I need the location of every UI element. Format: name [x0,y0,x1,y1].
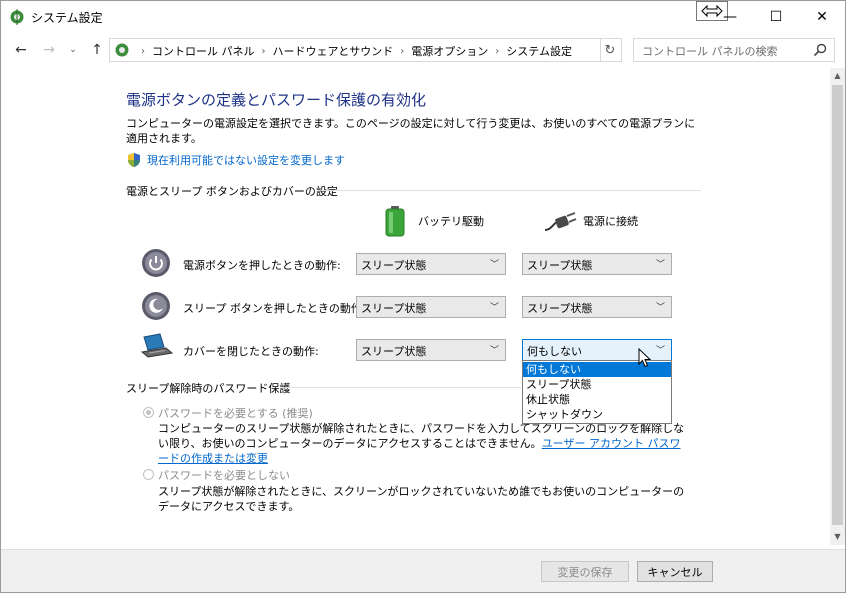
require-password-description: コンピューターのスリープ状態が解除されたときに、パスワードを入力してスクリーンの… [158,421,688,466]
cancel-button[interactable]: キャンセル [637,561,713,582]
lid-close-battery-select[interactable]: スリープ状態 ﹀ [356,339,506,361]
maximize-button[interactable]: ☐ [753,1,799,32]
change-settings-row: 現在利用可能ではない設定を変更します [126,152,345,168]
window-title: システム設定 [31,11,103,25]
up-button[interactable]: ↑ [87,40,107,60]
option-sleep[interactable]: スリープ状態 [523,377,671,392]
back-button[interactable]: ← [11,40,31,60]
power-plug-icon [544,212,577,231]
section-divider [281,387,521,388]
sleep-button-label: スリープ ボタンを押したときの動作: [183,302,366,315]
page-description: コンピューターの電源設定を選択できます。このページの設定に対して行う変更は、お使… [126,117,696,145]
power-options-app-icon [10,9,24,25]
breadcrumb-separator[interactable]: › [262,46,266,57]
sleep-button-icon [142,292,170,320]
chevron-down-icon: ﹀ [489,346,499,356]
option-shutdown[interactable]: シャットダウン [523,407,671,422]
mouse-pointer-icon [638,348,652,368]
recent-locations-button[interactable]: ⌄ [63,40,83,60]
lid-close-label: カバーを閉じたときの動作: [183,345,319,358]
scrollbar-thumb[interactable] [832,85,843,525]
search-input[interactable]: コントロール パネルの検索 [633,38,835,62]
chevron-down-icon: ﹀ [489,260,499,270]
power-button-icon [142,249,170,277]
navigation-bar: ← → ⌄ ↑ › コントロール パネル › ハードウェアとサウンド › 電源オ… [1,32,845,68]
power-button-plugged-select[interactable]: スリープ状態 ﹀ [522,253,672,275]
search-placeholder: コントロール パネルの検索 [642,45,778,58]
breadcrumb-power-options[interactable]: 電源オプション [411,43,488,59]
no-password-description: スリープ状態が解除されたときに、スクリーンがロックされていないため誰でもお使いの… [158,485,685,513]
change-unavailable-settings-link[interactable]: 現在利用可能ではない設定を変更します [147,152,345,168]
breadcrumb-system-settings[interactable]: システム設定 [506,43,572,59]
battery-icon [385,206,405,237]
require-password-label[interactable]: パスワードを必要とする (推奨) [158,405,313,421]
section-title-password: スリープ解除時のパスワード保護 [126,382,291,395]
laptop-lid-icon [140,333,174,358]
page-title: 電源ボタンの定義とパスワード保護の有効化 [126,91,427,109]
chevron-down-icon: ﹀ [655,260,665,270]
column-header-plugged-in: 電源に接続 [583,215,638,228]
section-divider [321,190,701,191]
vertical-scrollbar[interactable]: ▲ ▼ [830,68,845,545]
require-password-radio[interactable] [143,407,154,418]
breadcrumb: › コントロール パネル › ハードウェアとサウンド › 電源オプション › シ… [134,43,572,59]
lid-close-plugged-options: 何もしない スリープ状態 休止状態 シャットダウン [522,360,672,424]
breadcrumb-separator[interactable]: › [400,46,404,57]
sleep-button-battery-select[interactable]: スリープ状態 ﹀ [356,296,506,318]
search-icon[interactable] [812,42,828,58]
power-button-label: 電源ボタンを押したときの動作: [183,259,341,272]
address-bar[interactable]: › コントロール パネル › ハードウェアとサウンド › 電源オプション › シ… [109,38,698,62]
breadcrumb-control-panel[interactable]: コントロール パネル [152,43,255,59]
title-bar: システム設定 — ☐ ✕ [1,1,845,32]
refresh-button[interactable]: ↻ [599,38,622,62]
control-panel-window: システム設定 — ☐ ✕ ← → ⌄ ↑ › コントロール パネル › ハードウ… [0,0,846,593]
sleep-button-plugged-select[interactable]: スリープ状態 ﹀ [522,296,672,318]
section-title-buttons: 電源とスリープ ボタンおよびカバーの設定 [126,185,338,198]
chevron-down-icon: ﹀ [489,303,499,313]
breadcrumb-hardware-and-sound[interactable]: ハードウェアとサウンド [273,43,394,59]
breadcrumb-separator: › [141,45,145,57]
select-value: スリープ状態 [361,259,427,272]
no-password-label[interactable]: パスワードを必要としない [158,467,290,483]
chevron-down-icon: ﹀ [655,303,665,313]
footer-bar: 変更の保存 キャンセル [1,549,845,592]
no-password-radio[interactable] [143,469,154,480]
select-value: 何もしない [527,345,582,358]
select-value: スリープ状態 [361,302,427,315]
select-value: スリープ状態 [361,345,427,358]
close-button[interactable]: ✕ [799,1,845,32]
control-panel-icon [115,43,129,57]
option-hibernate[interactable]: 休止状態 [523,392,671,407]
uac-shield-icon [128,153,140,167]
power-button-battery-select[interactable]: スリープ状態 ﹀ [356,253,506,275]
select-value: スリープ状態 [527,259,593,272]
chevron-down-icon: ﹀ [655,346,665,356]
scroll-up-button[interactable]: ▲ [830,68,845,83]
minimize-button[interactable]: — [707,1,753,32]
breadcrumb-separator[interactable]: › [495,46,499,57]
scroll-down-button[interactable]: ▼ [830,529,845,544]
column-header-battery: バッテリ駆動 [418,215,484,228]
save-changes-button[interactable]: 変更の保存 [541,561,629,582]
select-value: スリープ状態 [527,302,593,315]
forward-button[interactable]: → [39,40,59,60]
